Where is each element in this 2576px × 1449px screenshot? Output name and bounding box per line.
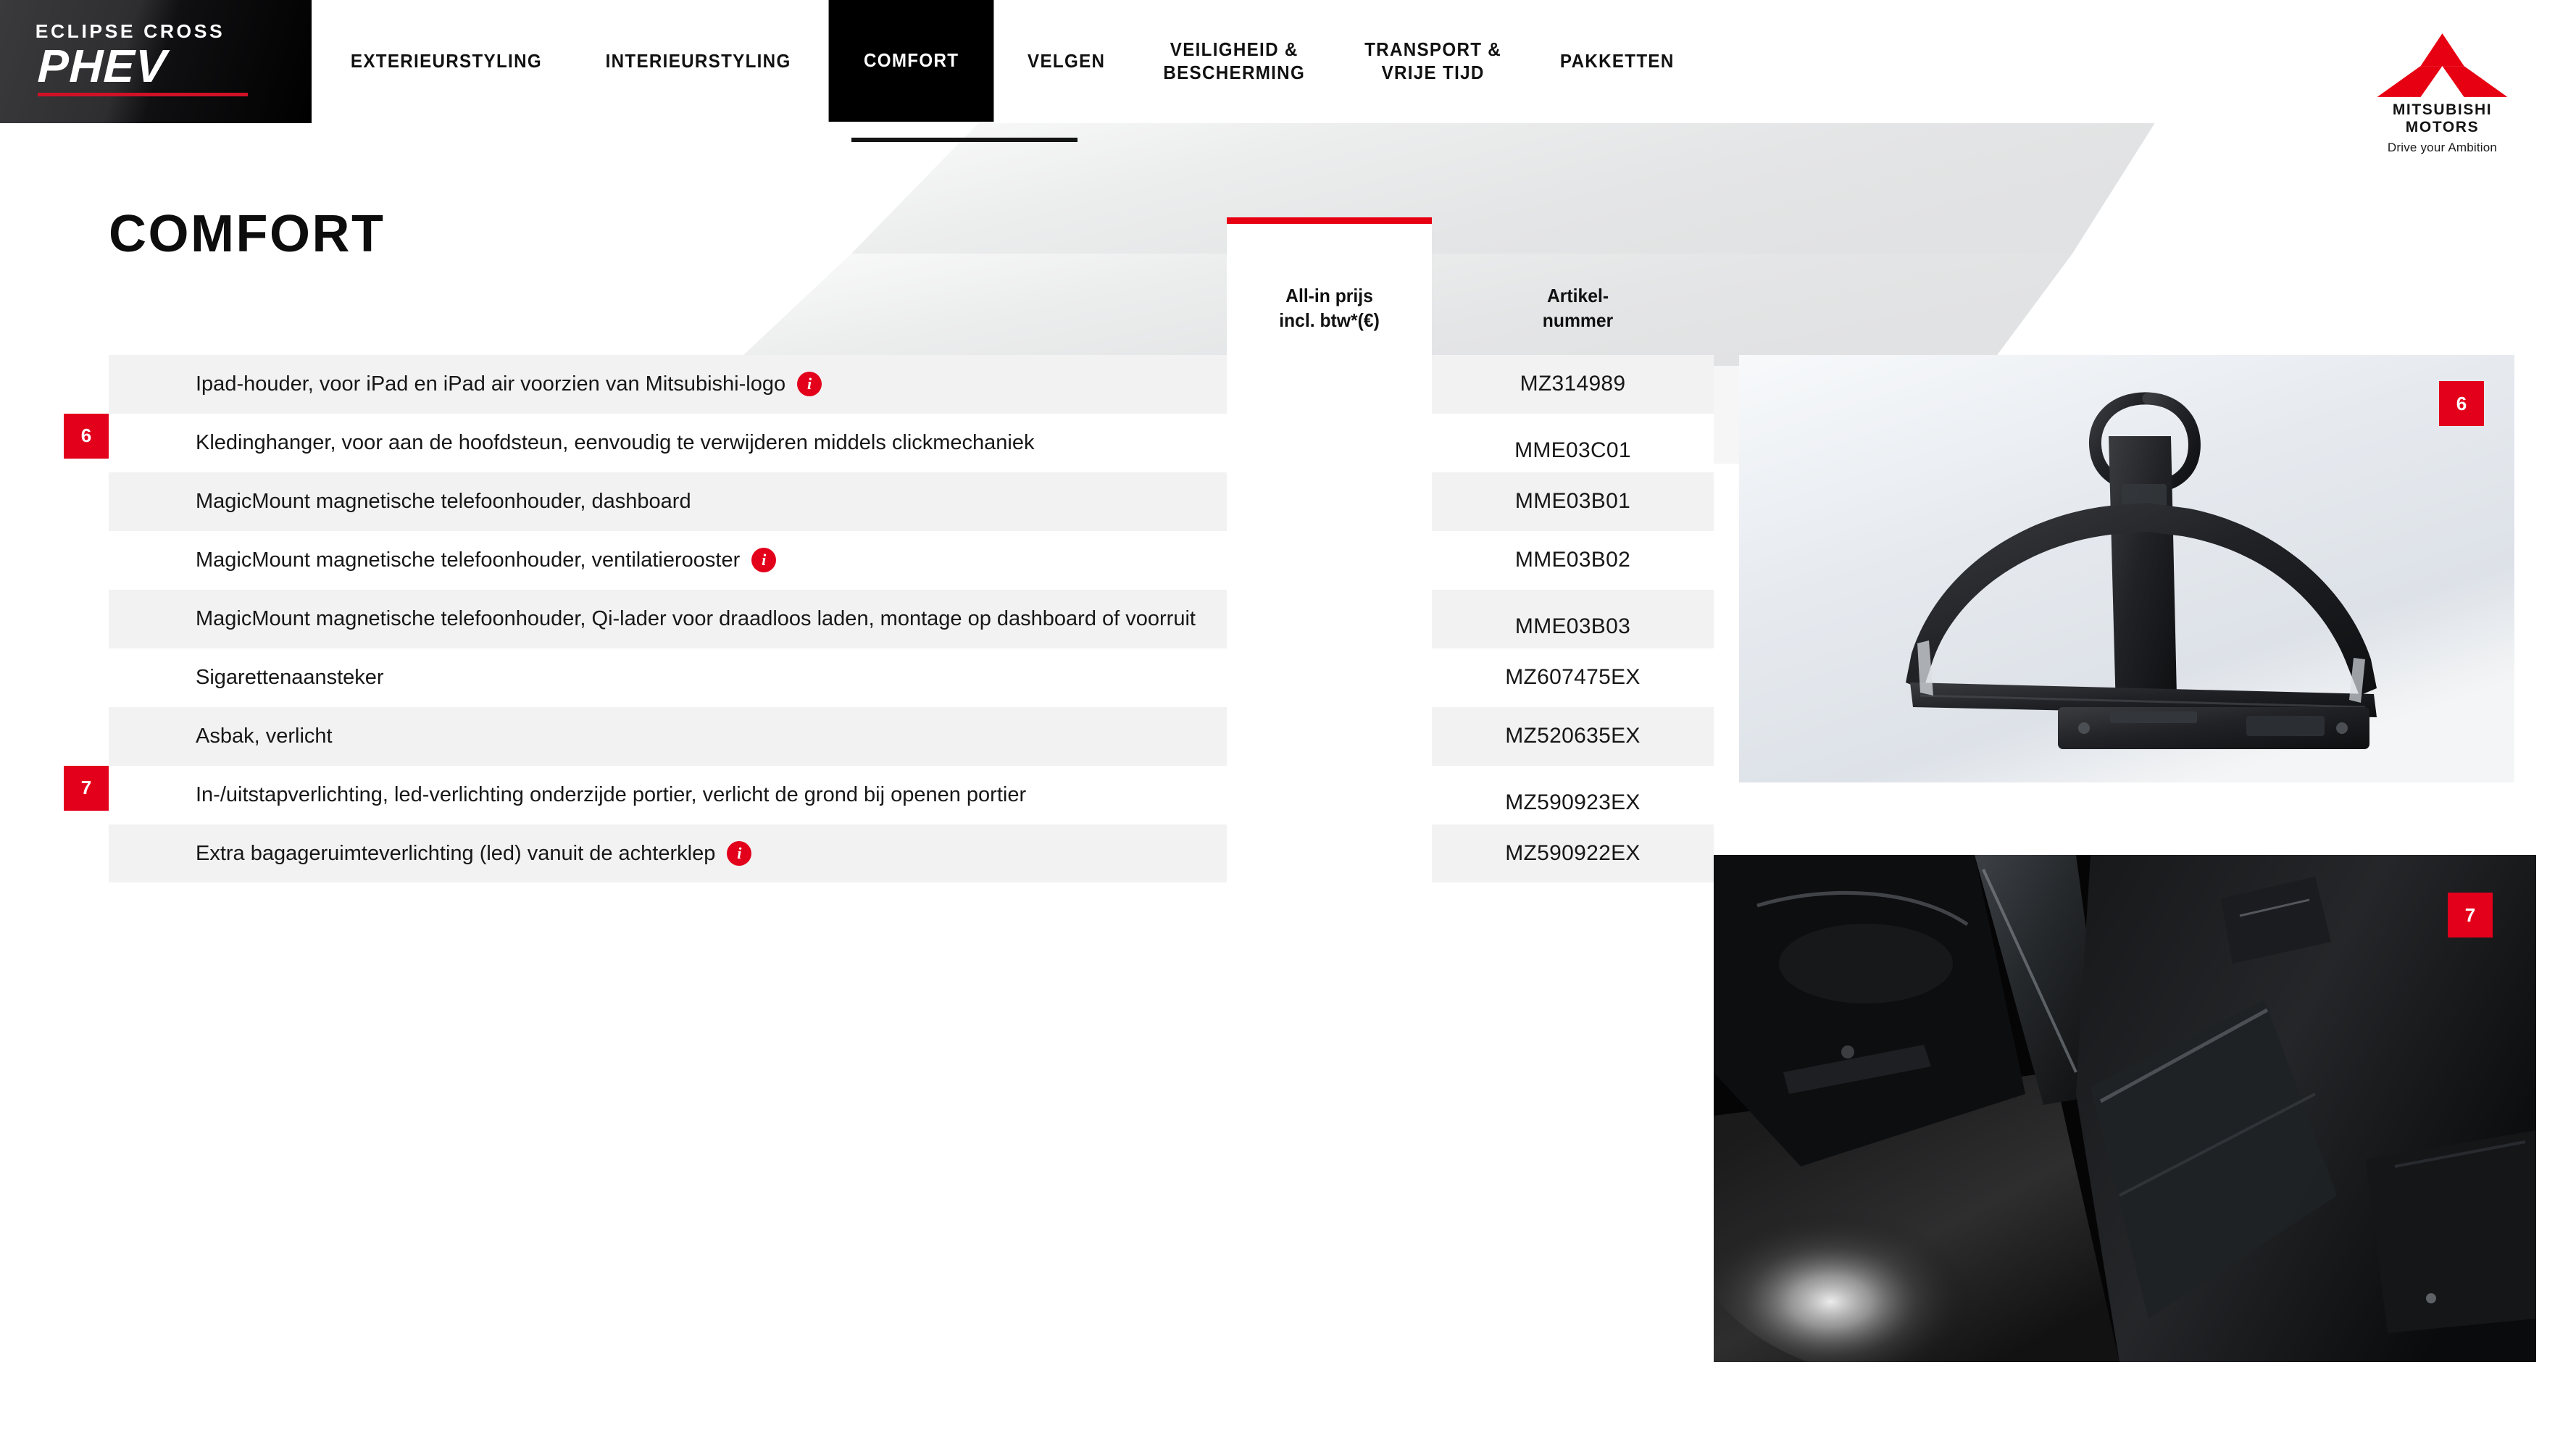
photo-badge-number: 7 bbox=[2448, 893, 2493, 938]
row-article-cell: MZ607475EX bbox=[1505, 665, 1641, 690]
table-body: Ipad-houder, voor iPad en iPad air voorz… bbox=[64, 355, 1714, 883]
mitsubishi-three-diamonds-icon bbox=[2377, 33, 2508, 97]
row-description-cell: Kledinghanger, voor aan de hoofdsteun, e… bbox=[154, 414, 1227, 472]
product-photo-hanger[interactable]: 6 bbox=[1739, 355, 2514, 782]
table-row[interactable]: MagicMount magnetische telefoonhouder, v… bbox=[109, 530, 1714, 590]
row-badge-slot bbox=[109, 472, 154, 531]
row-description-text: In-/uitstapverlichting, led-verlichting … bbox=[196, 782, 1027, 806]
row-description-text: MagicMount magnetische telefoonhouder, d… bbox=[196, 489, 691, 513]
column-header-article: Artikel- nummer bbox=[1542, 285, 1614, 331]
table-row[interactable]: MagicMount magnetische telefoonhouder, d… bbox=[109, 472, 1714, 531]
row-description-cell: MagicMount magnetische telefoonhouder, Q… bbox=[154, 590, 1227, 648]
nav-tab-list: EXTERIEURSTYLING INTERIEURSTYLING COMFOR… bbox=[319, 0, 1704, 123]
row-description-cell: MagicMount magnetische telefoonhouder, v… bbox=[154, 531, 1227, 590]
door-sill-led-illustration bbox=[1714, 855, 2536, 1362]
row-description-cell: Ipad-houder, voor iPad en iPad air voorz… bbox=[154, 355, 1227, 414]
product-photo-door-lighting[interactable]: 7 bbox=[1714, 855, 2536, 1362]
column-header-price: All-in prijs incl. btw*(€) bbox=[1279, 285, 1380, 331]
row-article-cell: MZ520635EX bbox=[1505, 724, 1641, 748]
brand-logo-block: ECLIPSE CROSS PHEV bbox=[0, 0, 312, 123]
photo-badge-number: 6 bbox=[2439, 381, 2484, 426]
row-description-text: Extra bagageruimteverlichting (led) vanu… bbox=[196, 841, 716, 865]
mitsubishi-tagline: Drive your Ambition bbox=[2387, 141, 2498, 155]
hanger-illustration bbox=[1739, 355, 2514, 782]
row-description-text: Ipad-houder, voor iPad en iPad air voorz… bbox=[196, 372, 786, 396]
row-badge-number: 7 bbox=[64, 765, 109, 811]
row-badge-slot bbox=[109, 531, 154, 590]
tab-comfort[interactable]: COMFORT bbox=[828, 0, 994, 122]
row-badge-slot bbox=[109, 824, 154, 883]
row-description-cell: In-/uitstapverlichting, led-verlichting … bbox=[154, 766, 1227, 824]
info-icon[interactable]: i bbox=[797, 372, 822, 397]
table-row[interactable]: Asbak, verlicht 97,- MZ520635EX bbox=[109, 706, 1714, 766]
row-article-cell: MZ590923EX bbox=[1505, 790, 1641, 814]
tab-exterieurstyling[interactable]: EXTERIEURSTYLING bbox=[328, 0, 564, 123]
row-article-cell: MZ314989 bbox=[1520, 372, 1626, 396]
row-badge-number: 6 bbox=[64, 413, 109, 459]
tab-transport-vrije-tijd[interactable]: TRANSPORT & VRIJE TIJD bbox=[1342, 0, 1525, 123]
brand-model-line: ECLIPSE CROSS bbox=[35, 20, 225, 42]
row-description-cell: Asbak, verlicht bbox=[154, 707, 1227, 766]
row-description-text: Sigarettenaansteker bbox=[196, 665, 384, 689]
row-badge-slot: 7 bbox=[64, 765, 154, 824]
row-badge-slot bbox=[109, 590, 154, 648]
row-badge-slot bbox=[109, 648, 154, 707]
row-badge-slot bbox=[109, 707, 154, 766]
table-row[interactable]: 6 Kledinghanger, voor aan de hoofdsteun,… bbox=[64, 413, 1714, 472]
row-description-cell: Sigarettenaansteker bbox=[154, 648, 1227, 707]
row-badge-slot bbox=[109, 355, 154, 414]
price-column-red-bar bbox=[1227, 217, 1432, 224]
mitsubishi-logo-block: MITSUBISHI MOTORS Drive your Ambition bbox=[2361, 32, 2524, 155]
brand-red-rule bbox=[38, 93, 248, 97]
mitsubishi-wordmark: MITSUBISHI MOTORS bbox=[2392, 101, 2493, 135]
table-row[interactable]: Extra bagageruimteverlichting (led) vanu… bbox=[109, 824, 1714, 883]
table-row[interactable]: 7 In-/uitstapverlichting, led-verlichtin… bbox=[64, 765, 1714, 824]
row-description-text: Kledinghanger, voor aan de hoofdsteun, e… bbox=[196, 430, 1035, 454]
tab-velgen[interactable]: VELGEN bbox=[1005, 0, 1128, 123]
slide-page: ECLIPSE CROSS PHEV EXTERIEURSTYLING INTE… bbox=[0, 0, 2576, 1449]
tab-interieurstyling[interactable]: INTERIEURSTYLING bbox=[583, 0, 814, 123]
row-description-cell: MagicMount magnetische telefoonhouder, d… bbox=[154, 472, 1227, 531]
row-description-cell: Extra bagageruimteverlichting (led) vanu… bbox=[154, 824, 1227, 883]
active-tab-underline bbox=[851, 138, 1077, 142]
price-column-panel bbox=[1227, 217, 1432, 1047]
table-row[interactable]: MagicMount magnetische telefoonhouder, Q… bbox=[109, 589, 1714, 648]
row-description-text: Asbak, verlicht bbox=[196, 724, 333, 748]
accessories-table: All-in prijs incl. btw*(€) Artikel- numm… bbox=[64, 217, 1714, 1047]
row-article-cell: MME03B01 bbox=[1514, 489, 1631, 514]
row-description-text: MagicMount magnetische telefoonhouder, Q… bbox=[196, 606, 1196, 630]
tab-pakketten[interactable]: PAKKETTEN bbox=[1538, 0, 1698, 123]
info-icon[interactable]: i bbox=[751, 548, 777, 573]
row-article-cell: MME03C01 bbox=[1514, 438, 1631, 462]
table-row[interactable]: Ipad-houder, voor iPad en iPad air voorz… bbox=[109, 355, 1714, 414]
table-row[interactable]: Sigarettenaansteker 24,- MZ607475EX bbox=[109, 648, 1714, 707]
row-article-cell: MME03B02 bbox=[1514, 548, 1631, 572]
brand-model-name: PHEV bbox=[36, 40, 168, 92]
tab-veiligheid-bescherming[interactable]: VEILIGHEID & BESCHERMING bbox=[1140, 0, 1327, 123]
top-navigation: ECLIPSE CROSS PHEV EXTERIEURSTYLING INTE… bbox=[0, 0, 2576, 123]
row-article-cell: MZ590922EX bbox=[1505, 840, 1641, 865]
row-article-cell: MME03B03 bbox=[1514, 614, 1631, 638]
info-icon[interactable]: i bbox=[727, 840, 752, 866]
page-title: COMFORT bbox=[109, 205, 385, 263]
row-description-text: MagicMount magnetische telefoonhouder, v… bbox=[196, 548, 741, 572]
row-badge-slot: 6 bbox=[64, 413, 154, 472]
